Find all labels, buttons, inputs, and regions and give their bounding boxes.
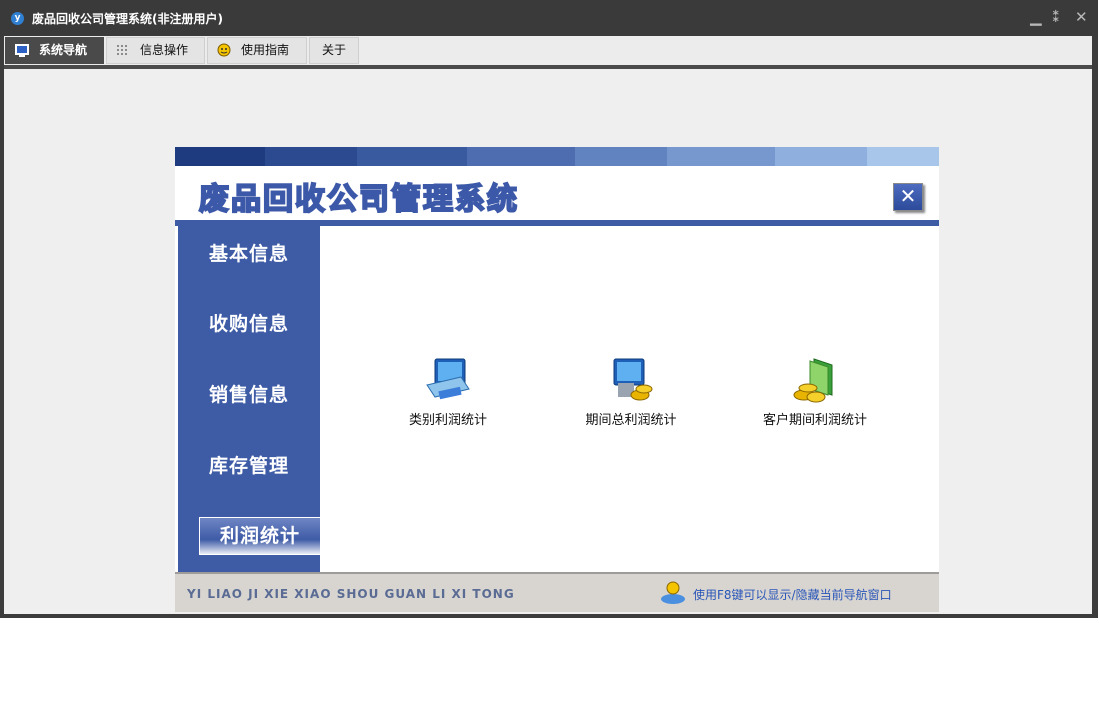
title-bar[interactable]: y 废品回收公司管理系统(非注册用户) ▁ ⁑ ✕ xyxy=(0,0,1098,36)
panel-footer: YI LIAO JI XIE XIAO SHOU GUAN LI XI TONG… xyxy=(175,572,939,612)
coins-icon xyxy=(793,358,833,403)
tab-system-navigation[interactable]: 系统导航 xyxy=(5,37,104,64)
period-total-profit-stats-button[interactable]: 期间总利润统计 xyxy=(571,355,691,428)
tab-label: 系统导航 xyxy=(39,43,88,57)
category-profit-stats-button[interactable]: 类别利润统计 xyxy=(393,355,503,428)
footer-pinyin-title: YI LIAO JI XIE XIAO SHOU GUAN LI XI TONG xyxy=(187,587,515,601)
sidebar-item-purchase-info[interactable]: 收购信息 xyxy=(178,309,320,339)
sidebar-item-basic-info[interactable]: 基本信息 xyxy=(178,239,320,269)
sidebar-item-profit-stats[interactable]: 利润统计 xyxy=(199,517,321,555)
app-logo-icon: y xyxy=(11,12,24,25)
stripe-segment xyxy=(265,147,357,166)
sidebar-item-inventory[interactable]: 库存管理 xyxy=(178,451,320,481)
stripe-segment xyxy=(775,147,867,166)
main-item-label: 类别利润统计 xyxy=(408,413,487,428)
stripe-segment xyxy=(867,147,939,166)
computer-coins-icon xyxy=(613,358,653,401)
grid-icon xyxy=(117,45,127,55)
customer-period-profit-stats-button[interactable]: 客户期间利润统计 xyxy=(747,355,883,428)
footer-hint: 使用F8键可以显示/隐藏当前导航窗口 xyxy=(693,588,892,602)
tab-info-operation[interactable]: 信息操作 xyxy=(106,37,205,64)
stripe-segment xyxy=(575,147,667,166)
person-icon xyxy=(661,581,685,604)
tab-label: 信息操作 xyxy=(140,43,189,57)
app-window: y 废品回收公司管理系统(非注册用户) ▁ ⁑ ✕ 系统导航 信息操作 使用指南… xyxy=(0,0,1098,618)
tab-bar: 系统导航 信息操作 使用指南 关于 xyxy=(4,36,1092,69)
tab-label: 使用指南 xyxy=(241,43,290,57)
computer-card-icon xyxy=(426,358,470,400)
stripe-segment xyxy=(357,147,467,166)
smiley-icon xyxy=(217,43,231,57)
header-stripe xyxy=(175,147,939,166)
sidebar-item-sales-info[interactable]: 销售信息 xyxy=(178,380,320,410)
stripe-segment xyxy=(667,147,775,166)
panel-close-button[interactable]: ✕ xyxy=(893,183,923,211)
banner-title: 废品回收公司管理系统 xyxy=(198,181,519,218)
stripe-segment xyxy=(467,147,575,166)
main-item-label: 期间总利润统计 xyxy=(585,413,677,428)
tab-label: 关于 xyxy=(321,43,346,57)
window-title: 废品回收公司管理系统(非注册用户) xyxy=(32,12,223,26)
navigation-panel: 废品回收公司管理系统 ✕ 基本信息 收购信息 销售信息 库存管理 利润统计 类别… xyxy=(175,147,939,612)
tab-about[interactable]: 关于 xyxy=(309,37,359,64)
tab-user-guide[interactable]: 使用指南 xyxy=(207,37,307,64)
restore-icon[interactable]: ⁑ xyxy=(1052,8,1060,26)
minimize-icon[interactable]: ▁ xyxy=(1030,8,1042,26)
sidebar: 基本信息 收购信息 销售信息 库存管理 利润统计 xyxy=(178,226,321,572)
main-item-label: 客户期间利润统计 xyxy=(762,413,867,428)
stripe-segment xyxy=(175,147,265,166)
close-icon[interactable]: ✕ xyxy=(1075,8,1088,26)
monitor-icon xyxy=(15,44,29,57)
